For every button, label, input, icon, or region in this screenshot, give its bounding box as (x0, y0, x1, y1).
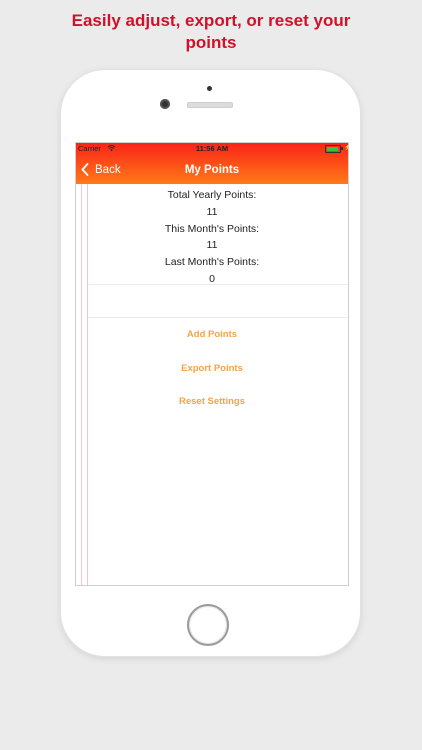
status-bar: Carrier 11:56 AM ⚡ (76, 143, 348, 154)
add-points-button[interactable]: Add Points (76, 329, 348, 340)
page-title: My Points (184, 164, 240, 176)
headline-line-1: Easily adjust, export, or reset your (71, 11, 351, 30)
points-summary: Total Yearly Points: 11 This Month's Poi… (76, 187, 348, 288)
total-yearly-value: 11 (206, 205, 218, 218)
battery-terminal (341, 147, 343, 150)
total-yearly-label: Total Yearly Points: (167, 189, 257, 201)
this-month-value: 11 (206, 239, 218, 252)
sensor-dot (207, 86, 212, 91)
battery-level (327, 147, 338, 151)
charging-bolt-icon: ⚡ (344, 144, 348, 151)
navigation-header: Carrier 11:56 AM ⚡ Back My Poi (76, 143, 348, 184)
earpiece-speaker (187, 102, 233, 108)
home-button[interactable] (187, 604, 229, 646)
headline-line-2: points (185, 33, 237, 52)
last-month-value: 0 (209, 272, 215, 285)
row-separator (88, 317, 348, 318)
reset-settings-button[interactable]: Reset Settings (76, 396, 348, 407)
marketing-headline: Easily adjust, export, or reset your poi… (0, 10, 422, 54)
this-month-label: This Month's Points: (164, 222, 260, 235)
last-month-label: Last Month's Points: (164, 256, 260, 269)
phone-frame: Carrier 11:56 AM ⚡ Back My Poi (61, 70, 360, 656)
battery-icon (325, 145, 341, 153)
app-screen: Carrier 11:56 AM ⚡ Back My Poi (75, 142, 349, 586)
clock-time: 11:56 AM (195, 144, 229, 153)
front-camera-icon (160, 99, 170, 109)
export-points-button[interactable]: Export Points (76, 363, 348, 374)
row-separator (88, 284, 348, 285)
